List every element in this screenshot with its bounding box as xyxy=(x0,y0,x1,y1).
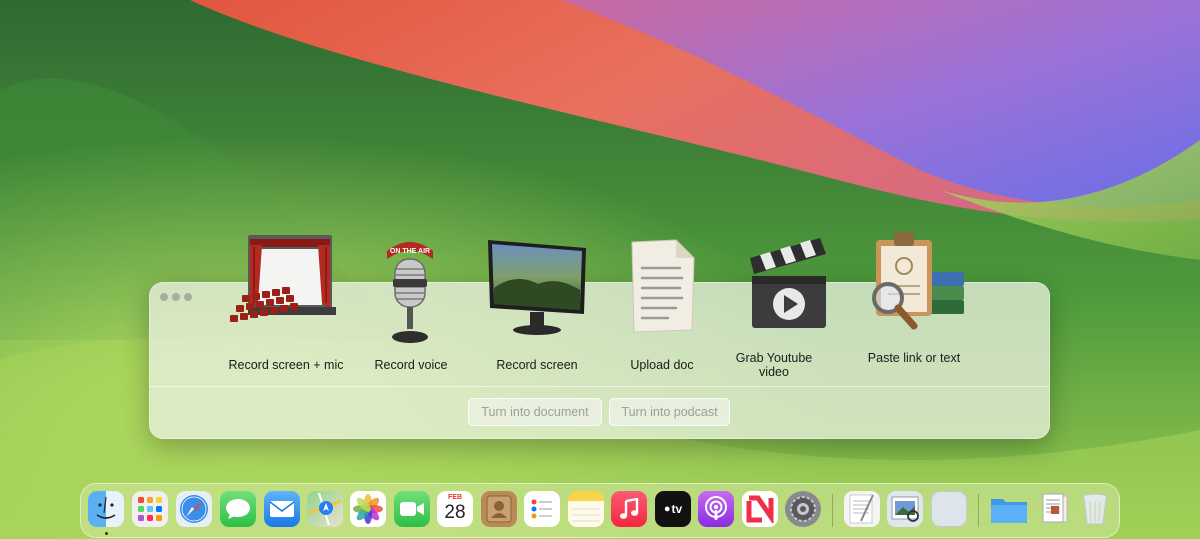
record-voice-label[interactable]: Record voice xyxy=(346,358,476,372)
notes-icon[interactable] xyxy=(568,491,604,527)
movie-theater-icon[interactable] xyxy=(228,233,340,333)
turn-into-document-button[interactable]: Turn into document xyxy=(468,398,602,426)
textedit-icon[interactable] xyxy=(844,491,880,527)
monitor-icon[interactable] xyxy=(486,238,588,338)
system-settings-icon[interactable] xyxy=(785,491,821,527)
apple-tv-icon[interactable]: ● tv xyxy=(655,491,691,527)
desktop-wallpaper xyxy=(0,0,1200,539)
clipboard-magnifier-icon[interactable] xyxy=(866,230,968,338)
paste-link-label[interactable]: Paste link or text xyxy=(867,351,961,365)
maps-icon[interactable] xyxy=(307,491,343,527)
record-screen-label[interactable]: Record screen xyxy=(472,358,602,372)
calendar-day: 28 xyxy=(444,502,466,523)
mail-icon[interactable] xyxy=(264,491,300,527)
finder-icon[interactable] xyxy=(88,491,124,527)
clapperboard-icon[interactable] xyxy=(746,236,830,332)
panel-divider xyxy=(149,386,1050,387)
news-icon[interactable] xyxy=(742,491,778,527)
grab-youtube-label[interactable]: Grab Youtube video xyxy=(724,351,824,379)
podcasts-icon[interactable] xyxy=(698,491,734,527)
photos-icon[interactable] xyxy=(350,491,386,527)
dock: FEB 28 ● tv xyxy=(80,483,1120,538)
preview-icon[interactable] xyxy=(887,491,923,527)
blank-app-icon[interactable] xyxy=(931,491,967,527)
apple-tv-label: tv xyxy=(671,502,683,516)
calendar-icon[interactable]: FEB 28 xyxy=(437,491,473,527)
trash-icon[interactable] xyxy=(1077,491,1113,527)
document-stack-icon[interactable] xyxy=(1037,491,1073,527)
microphone-on-air-icon[interactable]: ON THE AIR xyxy=(383,237,437,347)
record-screen-mic-label[interactable]: Record screen + mic xyxy=(221,358,351,372)
apple-glyph: ● xyxy=(663,503,671,515)
reminders-icon[interactable] xyxy=(524,491,560,527)
folder-icon[interactable] xyxy=(989,491,1029,527)
upload-doc-label[interactable]: Upload doc xyxy=(597,358,727,372)
document-icon[interactable] xyxy=(628,238,696,334)
facetime-icon[interactable] xyxy=(394,491,430,527)
launchpad-icon[interactable] xyxy=(132,491,168,527)
safari-icon[interactable] xyxy=(176,491,212,527)
music-icon[interactable] xyxy=(611,491,647,527)
calendar-month: FEB xyxy=(448,494,462,501)
contacts-icon[interactable] xyxy=(481,491,517,527)
on-air-sign-text: ON THE AIR xyxy=(390,248,430,255)
turn-into-podcast-button[interactable]: Turn into podcast xyxy=(609,398,730,426)
dock-separator xyxy=(832,494,833,527)
messages-icon[interactable] xyxy=(220,491,256,527)
finder-running-indicator xyxy=(105,532,108,535)
dock-separator-2 xyxy=(978,494,979,527)
